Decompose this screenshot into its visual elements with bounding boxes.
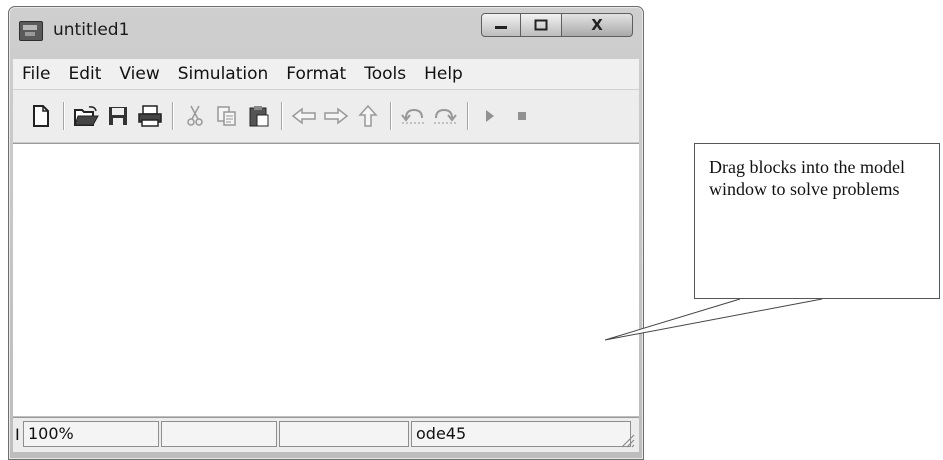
callout-text: Drag blocks into the model window to sol… xyxy=(709,157,905,199)
callout-annotation: Drag blocks into the model window to sol… xyxy=(694,143,940,299)
